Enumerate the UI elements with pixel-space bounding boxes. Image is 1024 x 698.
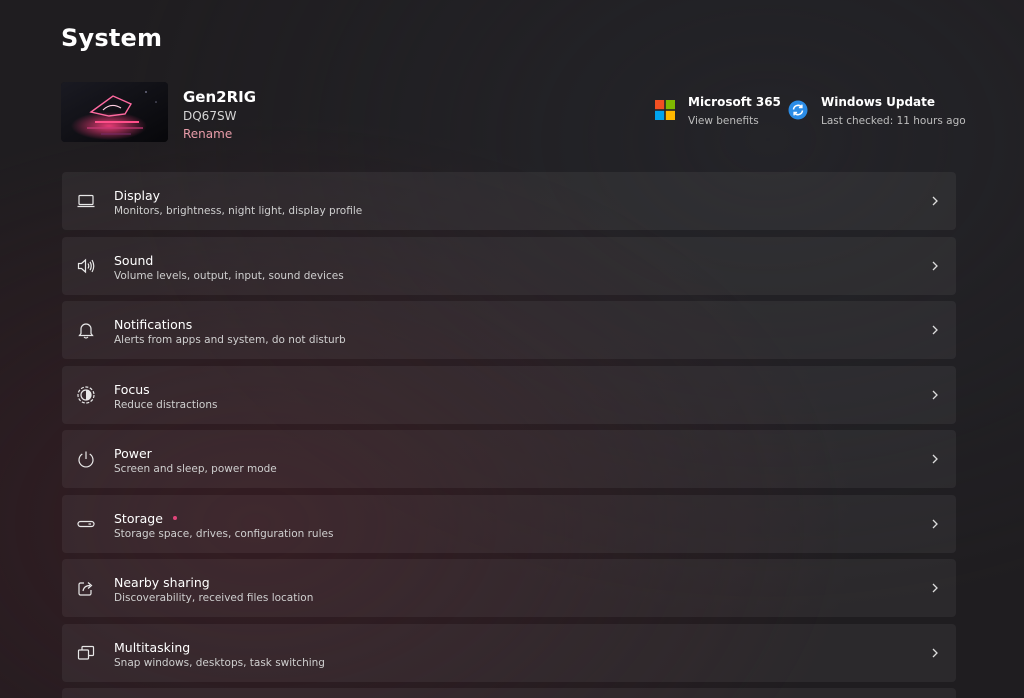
chevron-right-icon [930,193,940,209]
chevron-right-icon [930,451,940,467]
settings-item-title-row: Storage [114,511,333,527]
chevron-right-icon [930,516,940,532]
rename-link[interactable]: Rename [183,125,323,143]
bell-icon [76,320,96,340]
microsoft-365-subtitle: View benefits [688,115,759,127]
device-model: DQ67SW [183,109,237,123]
settings-item-title: Display [114,188,161,203]
power-icon [76,449,96,469]
settings-item-multitasking[interactable]: Multitasking Snap windows, desktops, tas… [62,623,956,682]
settings-item-power[interactable]: Power Screen and sleep, power mode [62,430,956,488]
multitasking-icon [76,643,96,663]
page-title: System [61,24,163,52]
focus-icon [76,385,96,405]
chevron-right-icon [930,580,940,596]
windows-update-title: Windows Update [821,95,936,109]
microsoft-365-title: Microsoft 365 [688,95,781,109]
settings-list: Display Monitors, brightness, night ligh… [62,172,956,688]
settings-item-notifications[interactable]: Notifications Alerts from apps and syste… [62,301,956,359]
settings-item-title: Focus [114,381,150,397]
settings-item-title: Storage [114,510,163,526]
settings-item-title: Notifications [114,317,193,332]
speaker-icon [76,256,96,276]
settings-item-subtitle: Storage space, drives, configuration rul… [114,527,334,540]
settings-item-subtitle: Discoverability, received files location [114,592,314,604]
notification-dot [172,516,177,520]
windows-update-icon [788,100,808,120]
windows-update-subtitle: Last checked: 11 hours ago [821,115,966,127]
storage-icon [76,514,96,534]
display-icon [76,191,96,211]
device-wallpaper-thumbnail[interactable] [61,82,168,142]
microsoft-365-link[interactable]: Microsoft 365 View benefits [655,94,781,129]
chevron-right-icon [930,258,940,274]
settings-item-subtitle: Alerts from apps and system, do not dist… [114,334,346,346]
settings-item-display[interactable]: Display Monitors, brightness, night ligh… [62,172,956,230]
settings-item-subtitle: Screen and sleep, power mode [114,463,277,475]
settings-item-title: Sound [114,252,154,268]
microsoft-logo-icon [655,100,675,120]
settings-item-title: Nearby sharing [114,575,210,590]
settings-item-subtitle: Snap windows, desktops, task switching [114,656,325,669]
chevron-right-icon [930,387,940,403]
device-name: Gen2RIG [183,88,257,106]
settings-item-subtitle: Monitors, brightness, night light, displ… [114,205,363,217]
chevron-right-icon [930,645,940,661]
chevron-right-icon [930,322,940,338]
settings-item-title: Multitasking [114,639,191,655]
settings-item-nearby-sharing[interactable]: Nearby sharing Discoverability, received… [62,559,956,617]
settings-item-partial[interactable] [62,688,956,698]
settings-item-subtitle: Reduce distractions [114,398,218,411]
settings-item-subtitle: Volume levels, output, input, sound devi… [114,269,344,282]
settings-item-sound[interactable]: Sound Volume levels, output, input, soun… [62,236,956,295]
settings-item-title: Power [114,446,152,461]
share-icon [76,578,96,598]
settings-item-storage[interactable]: Storage Storage space, drives, configura… [62,494,956,553]
windows-update-link[interactable]: Windows Update Last checked: 11 hours ag… [788,94,966,129]
settings-item-focus[interactable]: Focus Reduce distractions [62,365,956,424]
